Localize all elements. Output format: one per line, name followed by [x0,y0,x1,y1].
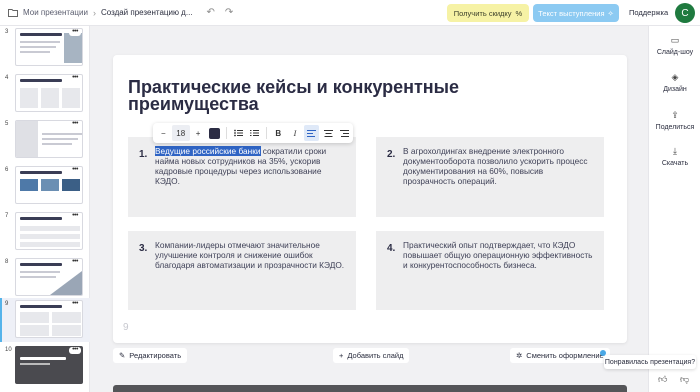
more-icon[interactable]: ••• [69,258,81,266]
edit-label: Редактировать [129,351,182,360]
increase-font-button[interactable]: + [191,125,206,141]
next-slide-preview[interactable] [113,385,627,392]
divider [266,127,268,139]
slide-thumbnail[interactable]: 3 ••• [0,26,90,70]
thumbnail-number: 9 [5,301,9,307]
case-card-3[interactable]: 3. Компании-лидеры отмечают значительное… [128,231,356,310]
change-design-button[interactable]: ✲ Сменить оформление [510,348,610,363]
folder-icon[interactable] [6,6,20,20]
card-number: 2. [387,149,396,160]
share-button[interactable]: ⇪ Поделиться [649,110,700,131]
slide-thumbnail[interactable]: 7 ••• [0,210,90,254]
thumbs-down-icon[interactable]: 👎︎ [680,374,689,385]
slide-thumbnail-active[interactable]: 9 ••• [0,298,90,342]
align-left-icon[interactable] [304,125,319,141]
add-slide-label: Добавить слайд [347,351,404,360]
feedback-prompt: Понравилась презентация? [604,355,696,369]
percent-icon: % [515,8,523,18]
more-icon[interactable]: ••• [69,212,81,220]
text-format-toolbar: − 18 + B I [153,123,353,143]
slideshow-label: Слайд-шоу [656,49,694,56]
sparkle-icon: ✧ [607,8,614,18]
download-button[interactable]: ⤓ Скачать [649,146,700,167]
chevron-right-icon: › [92,7,96,18]
selected-text[interactable]: Ведущие российские банки [155,146,261,156]
decrease-font-button[interactable]: − [156,125,171,141]
slide-thumbnail[interactable]: 6 ••• [0,164,90,208]
bold-button[interactable]: B [271,125,286,141]
thumbnail-number: 8 [5,259,9,265]
card-number: 3. [139,243,148,254]
palette-icon: ◈ [671,72,679,82]
slide-thumbnail[interactable]: 4 ••• [0,72,90,116]
more-icon[interactable]: ••• [69,300,81,308]
italic-button[interactable]: I [288,125,303,141]
more-icon[interactable]: ••• [69,28,81,36]
slide-thumbnail[interactable]: 8 ••• [0,256,90,300]
speech-label: Текст выступления [538,8,605,18]
card-text[interactable]: Компании-лидеры отмечают значительное ул… [155,240,345,270]
thumbnail-number: 4 [5,75,9,81]
redo-icon[interactable]: ↷ [225,7,233,18]
share-icon: ⇪ [671,110,679,120]
card-text[interactable]: В агрохолдингах внедрение электронного д… [403,146,593,186]
card-text[interactable]: Ведущие российские банки сократили сроки… [155,146,345,186]
more-icon[interactable]: ••• [69,166,81,174]
design-button[interactable]: ◈ Дизайн [649,72,700,93]
slides-sidebar: 3 ••• 4 ••• 5 ••• 6 ••• 7 ••• 8 ••• 9 ••… [0,26,90,392]
share-label: Поделиться [655,124,695,131]
slide-canvas[interactable]: Практические кейсы и конкурентные преиму… [113,55,627,343]
monitor-icon: ▭ [670,35,680,45]
speech-text-button[interactable]: Текст выступления ✧ [533,4,619,22]
add-slide-button[interactable]: + Добавить слайд [333,348,410,363]
card-number: 4. [387,243,396,254]
numbered-list-icon[interactable] [248,125,263,141]
card-text[interactable]: Практический опыт подтверждает, что КЭДО… [403,240,593,270]
breadcrumb-root[interactable]: Мои презентации [23,8,88,17]
case-card-1[interactable]: 1. Ведущие российские банки сократили ср… [128,137,356,217]
support-link[interactable]: Поддержка [629,8,668,17]
discount-label: Получить скидку [453,8,512,18]
slide-number: 9 [123,322,129,333]
font-size-field[interactable]: 18 [171,125,190,141]
card-number: 1. [139,149,148,160]
color-swatch [209,127,221,139]
history-controls: ↶ ↷ [207,7,234,18]
thumbnail-number: 7 [5,213,9,219]
edit-button[interactable]: ✎ Редактировать [113,348,188,363]
avatar[interactable]: C [675,3,695,23]
align-right-icon[interactable] [337,125,352,141]
change-design-label: Сменить оформление [526,351,604,360]
download-label: Скачать [661,160,689,167]
more-icon[interactable]: ••• [69,346,81,354]
download-icon: ⤓ [673,146,677,156]
plus-icon: + [339,351,344,360]
breadcrumb: Мои презентации › Создай презентацию д..… [23,8,193,18]
thumbnail-number: 5 [5,121,9,127]
slide-thumbnail[interactable]: 10 ••• [0,344,90,388]
slide-title[interactable]: Практические кейсы и конкурентные преиму… [128,78,508,113]
top-bar: Мои презентации › Создай презентацию д..… [0,0,700,26]
more-icon[interactable]: ••• [69,120,81,128]
get-discount-button[interactable]: Получить скидку % [447,4,529,22]
bullet-list-icon[interactable] [231,125,246,141]
case-card-4[interactable]: 4. Практический опыт подтверждает, что К… [376,231,604,310]
align-center-icon[interactable] [321,125,336,141]
design-label: Дизайн [663,86,687,93]
text-color-button[interactable] [207,125,222,141]
breadcrumb-current[interactable]: Создай презентацию д... [101,8,193,17]
slide-thumbnail[interactable]: 5 ••• [0,118,90,162]
case-card-2[interactable]: 2. В агрохолдингах внедрение электронног… [376,137,604,217]
more-icon[interactable]: ••• [69,74,81,82]
thumbnail-number: 6 [5,167,9,173]
divider [226,127,227,139]
slideshow-button[interactable]: ▭ Слайд-шоу [649,35,700,56]
undo-icon[interactable]: ↶ [207,7,215,18]
sparkle-icon: ✲ [516,351,523,360]
thumbnail-number: 10 [5,347,12,353]
thumbnail-number: 3 [5,29,9,35]
right-toolbar: ▭ Слайд-шоу ◈ Дизайн ⇪ Поделиться ⤓ Скач… [648,26,700,392]
pencil-icon: ✎ [119,351,126,360]
thumbs-up-icon[interactable]: 👍︎ [658,374,667,385]
